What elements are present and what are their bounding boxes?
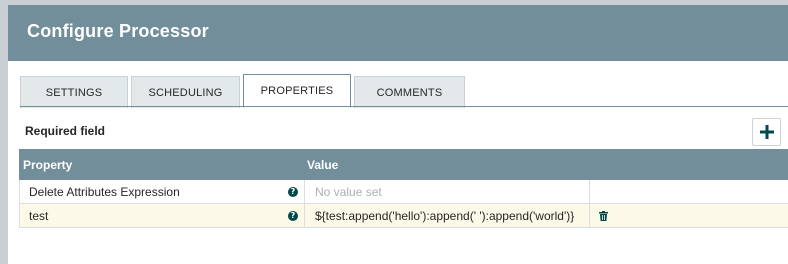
plus-icon (759, 125, 774, 139)
table-row[interactable]: Delete Attributes Expression ? No value … (19, 180, 788, 204)
property-value: No value set (315, 184, 382, 199)
property-value-cell[interactable]: ${test:append('hello'):append(' '):appen… (304, 204, 589, 227)
property-name: Delete Attributes Expression (29, 184, 180, 199)
tab-divider (20, 106, 788, 107)
add-property-button[interactable] (752, 118, 781, 146)
tab-scheduling[interactable]: SCHEDULING (131, 76, 240, 108)
tab-bar: SETTINGS SCHEDULING PROPERTIES COMMENTS (20, 74, 468, 108)
property-value: ${test:append('hello'):append(' '):appen… (315, 208, 575, 223)
table-row[interactable]: test ? ${test:append('hello'):append(' '… (19, 204, 788, 228)
property-name-cell[interactable]: test ? (19, 204, 304, 227)
property-actions-cell (589, 180, 788, 203)
help-icon[interactable]: ? (288, 186, 298, 197)
required-field-label: Required field (25, 124, 106, 138)
property-name: test (29, 208, 49, 223)
column-header-value[interactable]: Value (304, 149, 589, 180)
column-header-property[interactable]: Property (19, 149, 304, 180)
property-name-cell[interactable]: Delete Attributes Expression ? (19, 180, 304, 203)
tab-settings[interactable]: SETTINGS (20, 76, 128, 108)
property-actions-cell (589, 204, 788, 227)
help-icon[interactable]: ? (288, 210, 298, 221)
tab-comments[interactable]: COMMENTS (354, 76, 465, 108)
tab-properties[interactable]: PROPERTIES (243, 74, 351, 108)
dialog-title: Configure Processor (27, 21, 209, 41)
table-header: Property Value (19, 149, 788, 180)
properties-table: Property Value Delete Attributes Express… (19, 149, 788, 228)
dialog-header: Configure Processor (8, 5, 788, 61)
property-value-cell[interactable]: No value set (304, 180, 589, 203)
trash-icon[interactable] (599, 210, 608, 221)
